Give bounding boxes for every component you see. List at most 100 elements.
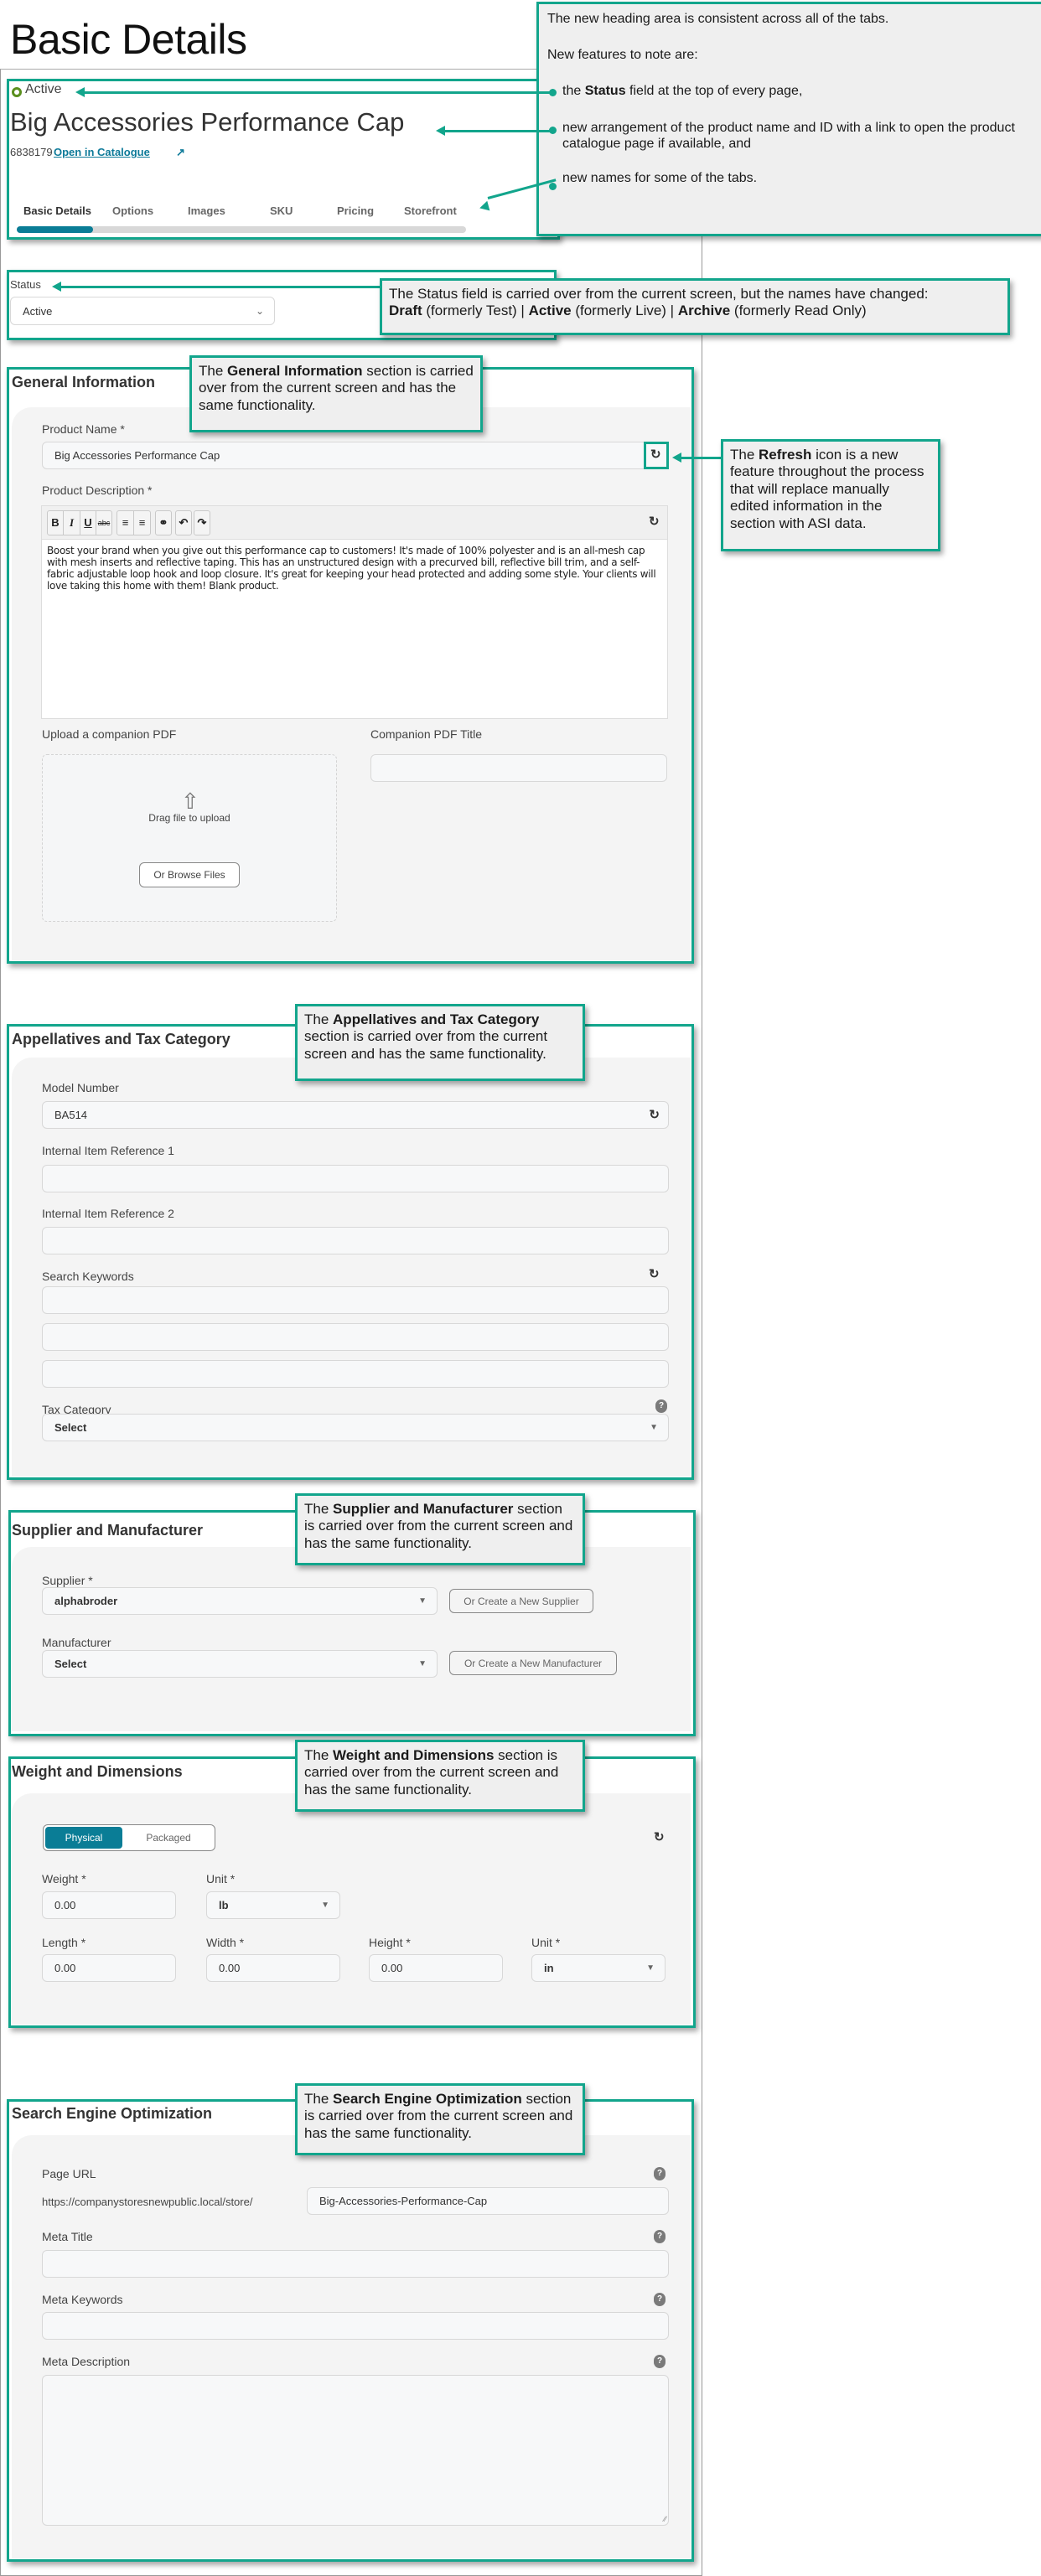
external-link-icon[interactable]: ↗ bbox=[176, 146, 188, 158]
meta-title-input[interactable] bbox=[42, 2250, 669, 2278]
tab-basic-details[interactable]: Basic Details bbox=[23, 204, 91, 217]
help-icon[interactable]: ? bbox=[654, 2230, 666, 2243]
link-button[interactable]: ⚭ bbox=[155, 510, 172, 535]
height-input[interactable]: 0.00 bbox=[369, 1954, 503, 1982]
supplier-select[interactable]: alphabroder ▼ bbox=[42, 1587, 438, 1615]
dimension-unit-label: Unit * bbox=[531, 1936, 561, 1949]
italic-button[interactable]: I bbox=[63, 510, 80, 535]
resize-handle-icon[interactable]: ∕∕ bbox=[664, 2515, 666, 2523]
dimension-unit-select[interactable]: in ▼ bbox=[531, 1954, 666, 1982]
note-text: section is carried over from the current… bbox=[304, 1028, 548, 1062]
undo-button[interactable]: ↶ bbox=[175, 510, 192, 535]
bold-button[interactable]: B bbox=[47, 510, 64, 535]
note-bold: Appellatives and Tax Category bbox=[333, 1011, 540, 1027]
note-text: the bbox=[562, 84, 585, 99]
pdf-dropzone[interactable]: ⇧ Drag file to upload Or Browse Files bbox=[42, 754, 337, 922]
refresh-icon[interactable]: ↻ bbox=[649, 514, 660, 529]
redo-button[interactable]: ↷ bbox=[194, 510, 210, 535]
weight-unit-select[interactable]: lb ▼ bbox=[206, 1891, 340, 1919]
supplier-panel bbox=[12, 1547, 691, 1731]
strikethrough-button[interactable]: abc bbox=[96, 510, 112, 535]
open-in-catalogue-link[interactable]: Open in Catalogue bbox=[54, 146, 150, 158]
refresh-icon[interactable]: ↻ bbox=[650, 447, 661, 462]
note-bullet: the Status field at the top of every pag… bbox=[547, 83, 1040, 99]
help-icon[interactable]: ? bbox=[654, 2355, 666, 2368]
tax-category-select[interactable]: Select ▼ bbox=[42, 1414, 669, 1441]
pdf-title-input[interactable] bbox=[370, 754, 667, 782]
arrow-icon bbox=[436, 126, 445, 136]
length-label: Length * bbox=[42, 1936, 86, 1949]
note-text: The bbox=[199, 363, 228, 379]
weight-label: Weight * bbox=[42, 1872, 86, 1885]
note-text: The bbox=[304, 1747, 334, 1763]
caret-down-icon: ▼ bbox=[418, 1659, 427, 1668]
bulleted-list-button[interactable]: ≡ bbox=[117, 510, 134, 535]
annotation-weight-note: The Weight and Dimensions section is car… bbox=[295, 1740, 585, 1812]
note-text: (formerly Read Only) bbox=[730, 303, 867, 319]
manufacturer-label: Manufacturer bbox=[42, 1636, 111, 1649]
status-select-value: Active bbox=[23, 304, 53, 318]
page-title: Basic Details bbox=[10, 16, 247, 63]
upload-pdf-label: Upload a companion PDF bbox=[42, 727, 177, 741]
underline-button[interactable]: U bbox=[80, 510, 96, 535]
numbered-list-button[interactable]: ≡ bbox=[133, 510, 151, 535]
connector-line bbox=[84, 91, 553, 94]
search-keyword-input-3[interactable] bbox=[42, 1360, 669, 1388]
undo-icon: ↶ bbox=[179, 516, 189, 529]
browse-files-button[interactable]: Or Browse Files bbox=[139, 862, 240, 887]
tab-storefront[interactable]: Storefront bbox=[404, 204, 457, 217]
status-select[interactable]: Active ⌄ bbox=[10, 297, 275, 325]
help-icon[interactable]: ? bbox=[654, 2167, 666, 2180]
tab-pricing[interactable]: Pricing bbox=[337, 204, 374, 217]
product-id: 6838179 bbox=[10, 146, 53, 158]
appellatives-title: Appellatives and Tax Category bbox=[12, 1031, 230, 1047]
product-name-input[interactable]: Big Accessories Performance Cap bbox=[42, 442, 669, 469]
editor-toolbar: B I U abc ≡ ≡ ⚭ ↶ ↷ ↻ bbox=[41, 505, 668, 539]
toggle-physical[interactable]: Physical bbox=[45, 1827, 122, 1849]
supplier-value: alphabroder bbox=[54, 1595, 118, 1607]
search-keyword-input-1[interactable] bbox=[42, 1286, 669, 1314]
note-text: field at the top of every page, bbox=[625, 84, 803, 99]
toggle-packaged[interactable]: Packaged bbox=[124, 1827, 213, 1849]
annotation-seo-note: The Search Engine Optimization section i… bbox=[295, 2083, 585, 2155]
tab-sku[interactable]: SKU bbox=[270, 204, 293, 217]
tab-progress-fill bbox=[17, 226, 94, 233]
weight-input[interactable]: 0.00 bbox=[42, 1891, 176, 1919]
internal-ref-2-input[interactable] bbox=[42, 1227, 669, 1254]
product-description-label: Product Description * bbox=[42, 484, 153, 497]
width-label: Width * bbox=[206, 1936, 245, 1949]
meta-description-textarea[interactable]: ∕∕ bbox=[42, 2375, 669, 2526]
model-number-input[interactable]: BA514 ↻ bbox=[42, 1101, 669, 1129]
arrow-icon bbox=[672, 453, 681, 463]
search-keywords-label: Search Keywords bbox=[42, 1270, 134, 1283]
help-icon[interactable]: ? bbox=[655, 1399, 667, 1413]
note-bold: General Information bbox=[227, 363, 363, 379]
note-bold: Active bbox=[528, 303, 572, 319]
create-supplier-button[interactable]: Or Create a New Supplier bbox=[449, 1589, 593, 1613]
tab-images[interactable]: Images bbox=[188, 204, 225, 217]
internal-ref-1-input[interactable] bbox=[42, 1165, 669, 1192]
annotation-refresh-note: The Refresh icon is a new feature throug… bbox=[721, 439, 940, 551]
caret-down-icon: ▼ bbox=[321, 1901, 329, 1910]
manufacturer-select[interactable]: Select ▼ bbox=[42, 1650, 438, 1678]
product-description-editor[interactable]: Boost your brand when you give out this … bbox=[41, 539, 668, 719]
length-input[interactable]: 0.00 bbox=[42, 1954, 176, 1982]
arrow-icon bbox=[52, 282, 61, 292]
annotation-status-note: The Status field is carried over from th… bbox=[380, 278, 1010, 335]
search-keyword-input-2[interactable] bbox=[42, 1323, 669, 1351]
help-icon[interactable]: ? bbox=[654, 2293, 666, 2306]
refresh-icon[interactable]: ↻ bbox=[649, 1107, 660, 1122]
width-input[interactable]: 0.00 bbox=[206, 1954, 340, 1982]
note-text: The bbox=[304, 1501, 334, 1517]
status-label: Status bbox=[10, 278, 41, 291]
refresh-icon[interactable]: ↻ bbox=[654, 1829, 665, 1844]
note-text: The bbox=[304, 2091, 334, 2107]
refresh-icon[interactable]: ↻ bbox=[649, 1266, 660, 1281]
meta-keywords-input[interactable] bbox=[42, 2312, 669, 2340]
note-text: The new heading area is consistent acros… bbox=[547, 12, 889, 26]
create-manufacturer-button[interactable]: Or Create a New Manufacturer bbox=[449, 1651, 617, 1675]
tab-options[interactable]: Options bbox=[112, 204, 153, 217]
page-url-input[interactable]: Big-Accessories-Performance-Cap bbox=[307, 2187, 669, 2215]
product-name-value: Big Accessories Performance Cap bbox=[54, 449, 220, 462]
note-text: (formerly Test) | bbox=[422, 303, 529, 319]
